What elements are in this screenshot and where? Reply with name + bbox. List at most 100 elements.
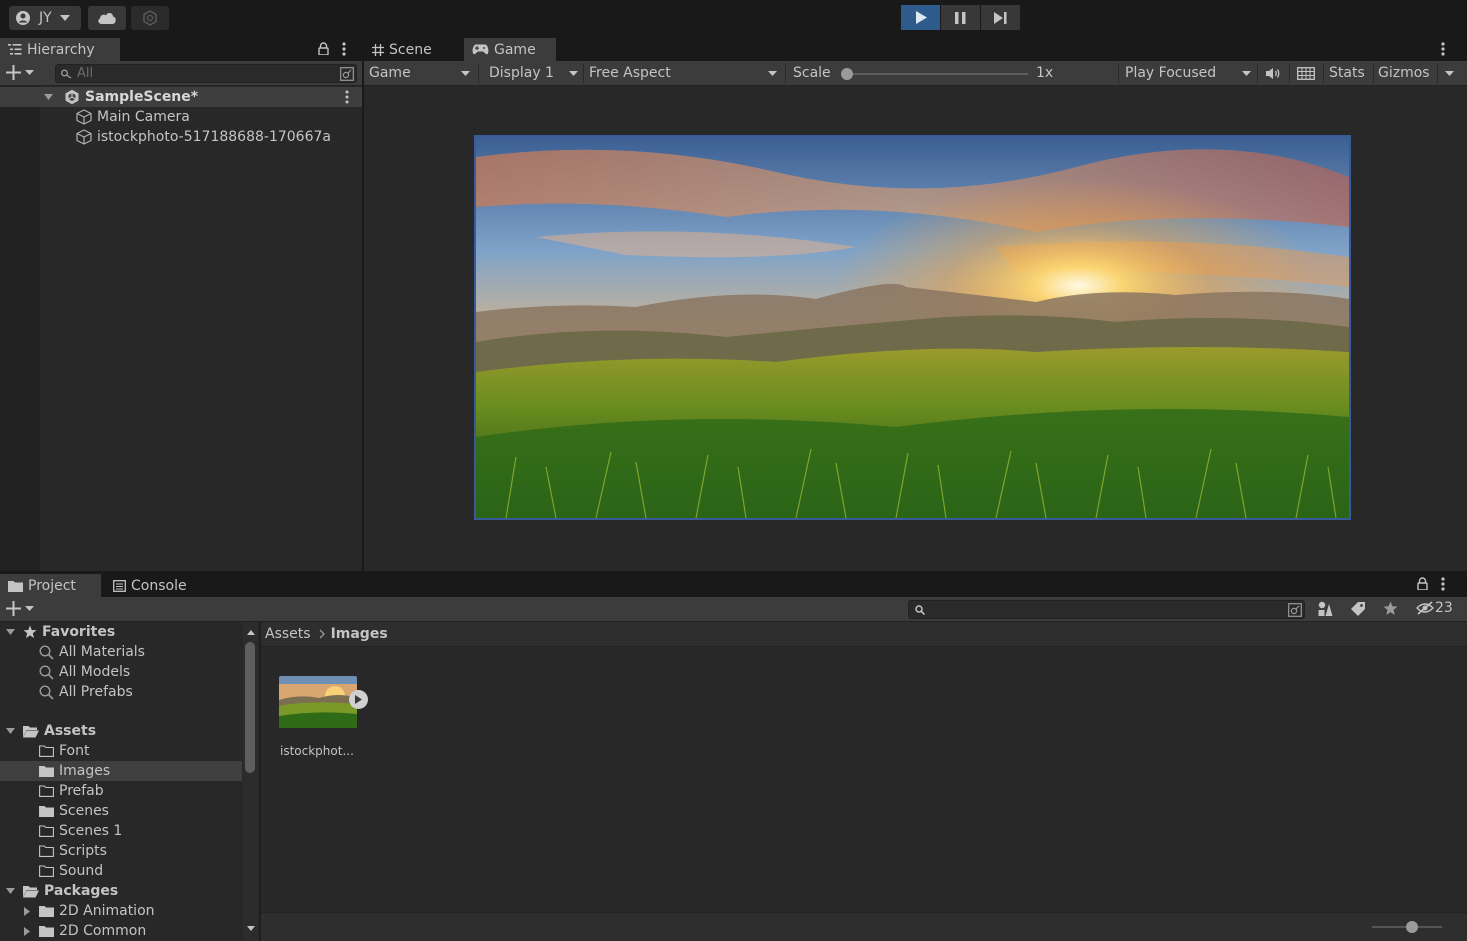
filter-by-label-icon[interactable] [1351, 602, 1365, 616]
hidden-packages-toggle[interactable]: 23 [1416, 600, 1453, 616]
kebab-menu-icon[interactable] [345, 90, 349, 104]
tree-assets[interactable]: Assets [6, 721, 96, 741]
tree-folder-scripts[interactable]: Scripts [39, 841, 107, 861]
expand-arrow-icon[interactable] [44, 94, 53, 100]
tree-package-2d-common[interactable]: 2D Common [24, 921, 146, 941]
tree-favorites[interactable]: Favorites [6, 622, 115, 642]
tree-folder-scenes-1[interactable]: Scenes 1 [39, 821, 122, 841]
view-tabstrip: Scene Game [364, 37, 1467, 61]
scene-row[interactable]: SampleScene* [0, 87, 362, 107]
scroll-down-arrow-icon[interactable] [247, 926, 255, 931]
tree-item-all-models[interactable]: All Models [39, 662, 130, 682]
search-by-type-icon[interactable] [1288, 603, 1302, 617]
scroll-up-arrow-icon[interactable] [247, 630, 255, 635]
breadcrumb-assets[interactable]: Assets [265, 626, 311, 642]
aspect-dropdown[interactable]: Free Aspect [585, 61, 783, 86]
hierarchy-item-main-camera[interactable]: Main Camera [76, 107, 190, 127]
play-button[interactable] [901, 5, 940, 30]
landscape-sunset-image [476, 137, 1349, 518]
cloud-icon [98, 12, 116, 24]
main-toolbar: JY [0, 0, 1467, 37]
play-mode-dropdown[interactable]: Play Focused [1120, 61, 1255, 86]
tab-project[interactable]: Project [0, 574, 101, 597]
asset-tile[interactable]: istockphot... [278, 676, 368, 766]
scale-label: Scale [793, 65, 831, 81]
gizmos-toggle[interactable]: Gizmos [1378, 61, 1430, 86]
keyboard-grid-icon[interactable] [1297, 67, 1315, 80]
chevron-down-icon [25, 70, 34, 75]
divider [1373, 63, 1374, 84]
tree-folder-sound[interactable]: Sound [39, 861, 103, 881]
tree-package-2d-animation[interactable]: 2D Animation [24, 901, 155, 921]
expand-subassets-button[interactable] [349, 690, 368, 709]
search-by-type-icon[interactable] [340, 67, 354, 81]
audio-mute-icon[interactable] [1266, 67, 1282, 80]
tree-folder-prefab[interactable]: Prefab [39, 781, 104, 801]
eye-hidden-icon [1416, 601, 1434, 615]
kebab-menu-icon[interactable] [1441, 577, 1445, 591]
tree-item-all-prefabs[interactable]: All Prefabs [39, 682, 133, 702]
scale-value: 1x [1036, 65, 1054, 81]
tab-game-label: Game [494, 41, 536, 58]
hidden-count: 23 [1435, 600, 1453, 616]
step-button[interactable] [981, 5, 1020, 30]
account-dropdown[interactable]: JY [9, 6, 81, 30]
folder-icon [39, 766, 54, 777]
filter-by-type-icon[interactable] [1318, 601, 1333, 617]
expand-arrow-icon[interactable] [6, 728, 15, 734]
kebab-menu-icon[interactable] [342, 42, 346, 56]
tab-console[interactable]: Console [105, 574, 205, 597]
tab-scene[interactable]: Scene [364, 38, 462, 61]
collapsed-arrow-icon[interactable] [24, 906, 30, 916]
cloud-button[interactable] [88, 6, 126, 30]
list-icon [8, 44, 22, 55]
open-folder-icon [23, 725, 39, 737]
account-label: JY [39, 10, 52, 26]
collapsed-arrow-icon[interactable] [24, 926, 30, 936]
tree-item-label: 2D Common [59, 923, 147, 939]
create-button[interactable] [6, 65, 34, 80]
project-content: Assets Images istockphot... [261, 622, 1467, 941]
landscape-thumbnail-image [279, 676, 357, 728]
lock-icon[interactable] [1417, 577, 1428, 590]
tree-folder-images[interactable]: Images [39, 761, 110, 781]
scale-slider-track[interactable] [841, 73, 1028, 75]
game-view-render[interactable] [474, 135, 1351, 520]
tree-packages[interactable]: Packages [6, 881, 118, 901]
tree-assets-label: Assets [44, 723, 97, 739]
pause-button[interactable] [941, 5, 980, 30]
gizmos-chevron-down-icon[interactable] [1445, 71, 1454, 76]
create-asset-button[interactable] [6, 601, 34, 616]
hierarchy-search-input[interactable]: All [55, 64, 357, 83]
scale-slider-handle[interactable] [841, 68, 853, 80]
tab-scene-label: Scene [389, 41, 432, 58]
divider [1437, 63, 1438, 84]
tab-game[interactable]: Game [464, 38, 556, 61]
lock-icon[interactable] [318, 42, 329, 55]
expand-arrow-icon[interactable] [6, 629, 15, 635]
search-icon [915, 605, 925, 615]
favorite-star-icon[interactable] [1383, 601, 1398, 616]
project-search-input[interactable] [908, 600, 1305, 619]
tab-hierarchy[interactable]: Hierarchy [0, 38, 120, 61]
play-mode-label: Play Focused [1125, 65, 1217, 81]
tab-project-label: Project [28, 577, 76, 594]
play-arrow-icon [355, 695, 362, 704]
collab-button[interactable] [131, 6, 169, 30]
tree-item-all-materials[interactable]: All Materials [39, 642, 145, 662]
tree-folder-scenes[interactable]: Scenes [39, 801, 109, 821]
expand-arrow-icon[interactable] [6, 888, 15, 894]
tree-scrollbar[interactable] [243, 622, 258, 941]
game-mode-dropdown[interactable]: Game [364, 61, 476, 86]
hierarchy-item-image[interactable]: istockphoto-517188688-170667a [76, 127, 331, 147]
scroll-thumb[interactable] [245, 642, 255, 773]
console-icon [113, 579, 126, 592]
tree-folder-font[interactable]: Font [39, 741, 89, 761]
icon-size-slider-handle[interactable] [1406, 921, 1418, 933]
folder-icon [39, 926, 54, 937]
breadcrumb-images[interactable]: Images [331, 626, 388, 642]
kebab-menu-icon[interactable] [1441, 42, 1445, 56]
stats-toggle[interactable]: Stats [1329, 61, 1365, 86]
project-panel: Project Console 23 Favorites All Materia… [0, 573, 1467, 941]
display-dropdown[interactable]: Display 1 [480, 61, 582, 86]
